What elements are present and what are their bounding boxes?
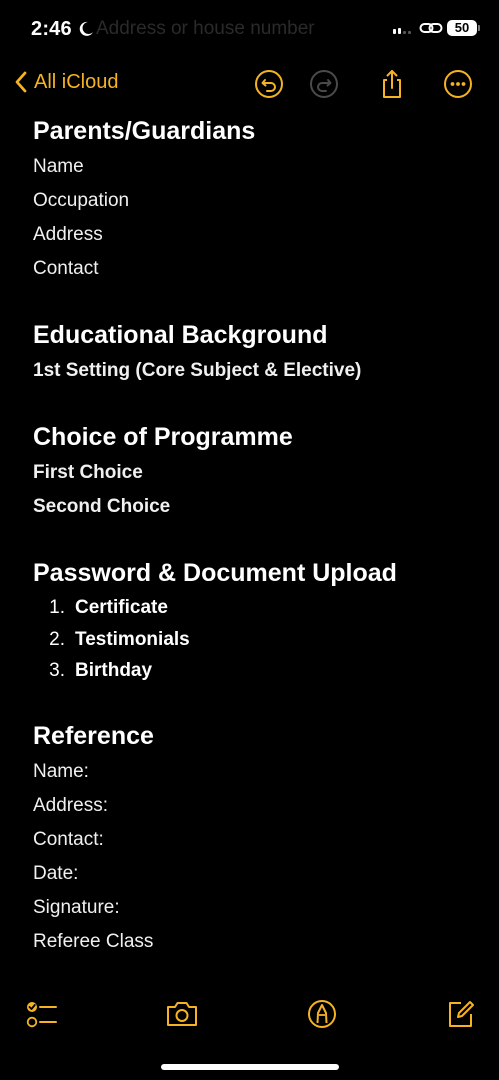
share-icon[interactable]	[376, 68, 408, 100]
section-heading: Educational Background	[33, 321, 328, 349]
numbered-list: 1. Certificate 2. Testimonials 3. Birthd…	[33, 592, 473, 687]
battery-indicator: 50	[447, 20, 477, 36]
list-item-text: Testimonials	[75, 628, 190, 650]
back-button[interactable]: All iCloud	[14, 70, 118, 94]
note-line: 1st Setting (Core Subject & Elective)	[33, 360, 362, 381]
background-text: Address or house number	[96, 18, 315, 39]
battery-cap	[478, 25, 480, 31]
list-number: 1.	[49, 597, 65, 618]
note-line: Referee Class	[33, 930, 154, 952]
note-line: Address:	[33, 794, 108, 816]
home-indicator[interactable]	[161, 1064, 339, 1070]
notes-navigation-bar: All iCloud	[0, 62, 499, 108]
list-item-text: Certificate	[75, 597, 168, 618]
back-label: All iCloud	[34, 70, 119, 93]
chevron-left-icon	[15, 71, 27, 93]
note-line: Name	[33, 156, 84, 177]
signal-icon	[393, 28, 411, 34]
bottom-toolbar	[0, 990, 499, 1040]
personal-hotspot-icon	[419, 23, 443, 33]
list-item: 1. Certificate	[33, 592, 473, 624]
compose-icon[interactable]	[442, 996, 478, 1032]
status-time: 2:46	[31, 18, 72, 40]
undo-icon[interactable]	[253, 68, 285, 100]
camera-icon[interactable]	[164, 996, 200, 1032]
section-heading: Parents/Guardians	[33, 117, 256, 145]
list-item: 2. Testimonials	[33, 624, 473, 656]
note-line: Contact:	[33, 828, 104, 850]
list-number: 2.	[49, 628, 65, 650]
note-line: Name:	[33, 760, 89, 782]
list-item: 3. Birthday	[33, 655, 473, 687]
note-body[interactable]: Parents/Guardians Name Occupation Addres…	[33, 112, 473, 982]
status-bar: Address or house number 2:46 50	[0, 0, 499, 60]
moon-icon	[79, 21, 93, 36]
list-item-text: Birthday	[75, 660, 153, 681]
checklist-icon[interactable]	[24, 996, 60, 1032]
more-icon[interactable]	[442, 68, 474, 100]
note-line: First Choice	[33, 462, 143, 483]
markup-pen-icon[interactable]	[304, 996, 340, 1032]
note-line: Second Choice	[33, 496, 171, 517]
note-line: Address	[33, 224, 103, 245]
section-heading: Password & Document Upload	[33, 559, 397, 587]
note-line: Signature:	[33, 896, 120, 918]
list-number: 3.	[49, 660, 65, 681]
note-line: Occupation	[33, 190, 130, 211]
content-fade	[0, 958, 499, 988]
note-line: Date:	[33, 862, 79, 884]
section-heading: Choice of Programme	[33, 423, 293, 451]
note-line: Contact	[33, 258, 99, 279]
redo-icon[interactable]	[308, 68, 340, 100]
section-heading: Reference	[33, 721, 154, 750]
